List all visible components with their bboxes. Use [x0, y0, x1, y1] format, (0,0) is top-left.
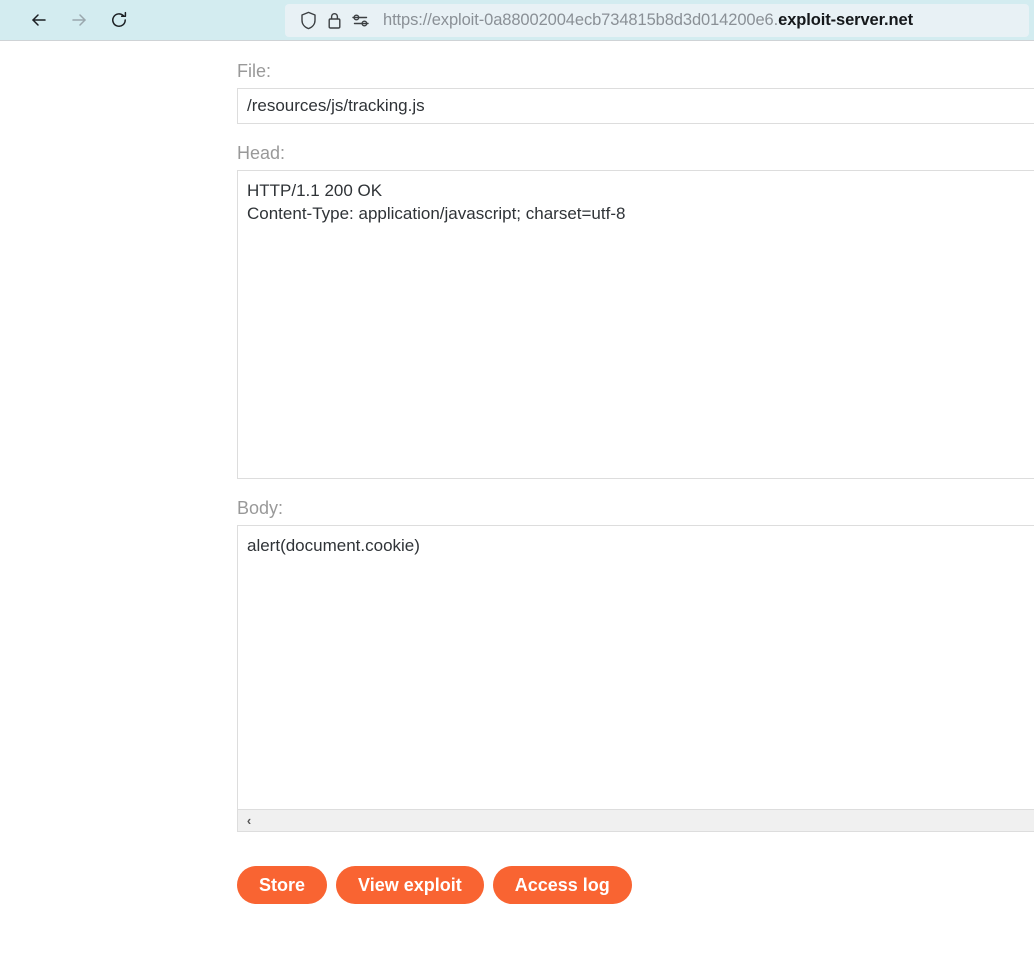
body-label: Body: [237, 498, 284, 518]
permissions-icon[interactable] [347, 10, 373, 32]
access-log-button[interactable]: Access log [492, 866, 632, 904]
scroll-left-icon[interactable]: ‹ [238, 810, 260, 832]
button-row: Store View exploit Access log [237, 866, 1034, 904]
body-horizontal-scrollbar[interactable]: ‹ [237, 810, 1034, 832]
head-label: Head: [237, 143, 286, 163]
url-prefix: https://exploit-0a88002004ecb734815b8d3d… [383, 11, 779, 29]
back-arrow-icon [29, 10, 49, 30]
browser-toolbar: https://exploit-0a88002004ecb734815b8d3d… [0, 0, 1034, 41]
file-input[interactable] [237, 88, 1034, 124]
exploit-form: File: Head: Body: ‹ Store View exploit A… [237, 42, 1034, 904]
forward-button [62, 3, 96, 37]
file-label: File: [237, 61, 272, 81]
shield-icon[interactable] [295, 10, 321, 32]
reload-icon [109, 10, 129, 30]
head-textarea[interactable] [237, 170, 1034, 479]
forward-arrow-icon [69, 10, 89, 30]
back-button[interactable] [22, 3, 56, 37]
url-domain: exploit-server.net [778, 11, 913, 29]
view-exploit-button[interactable]: View exploit [336, 866, 484, 904]
page-content: File: Head: Body: ‹ Store View exploit A… [0, 42, 1034, 960]
url-text: https://exploit-0a88002004ecb734815b8d3d… [383, 11, 913, 30]
url-bar[interactable]: https://exploit-0a88002004ecb734815b8d3d… [285, 4, 1029, 37]
store-button[interactable]: Store [237, 866, 328, 904]
reload-button[interactable] [102, 3, 136, 37]
padlock-icon[interactable] [321, 10, 347, 32]
body-textarea[interactable] [237, 525, 1034, 810]
